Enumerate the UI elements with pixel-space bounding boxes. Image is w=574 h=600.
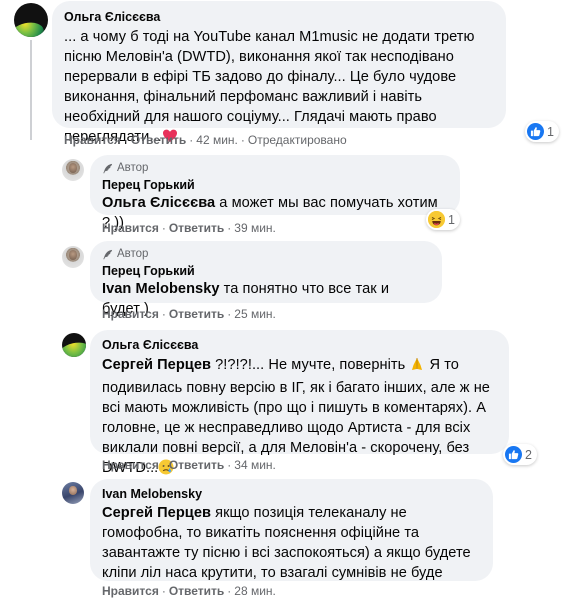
like-button[interactable]: Нравится: [64, 133, 121, 147]
comment-bubble: Автор Перец Горький Ольга Єлісєєва а мож…: [90, 155, 460, 231]
reaction-count: 2: [525, 447, 532, 462]
reply-button[interactable]: Ответить: [131, 133, 186, 147]
quill-icon: [103, 163, 113, 173]
comment-actions: Нравится · Ответить · 34 мин.: [102, 458, 276, 472]
reaction-summary[interactable]: 1: [426, 209, 460, 230]
like-button[interactable]: Нравится: [102, 307, 159, 321]
reply-button[interactable]: Ответить: [169, 221, 224, 235]
timestamp[interactable]: 28 мин.: [234, 584, 276, 598]
edited-label: Отредактировано: [247, 133, 347, 147]
author-badge: Автор: [102, 247, 430, 261]
comment-text: Сергей Перцев якщо позиція телеканалу не…: [102, 505, 471, 581]
mention-link[interactable]: Сергей Перцев: [102, 357, 211, 373]
comment-bubble: Ольга Єлісєєва ... а чому б тоді на YouT…: [52, 1, 506, 145]
like-button[interactable]: Нравится: [102, 221, 159, 235]
reply-button[interactable]: Ответить: [169, 584, 224, 598]
author-badge: Автор: [102, 161, 448, 175]
pray-emoji-icon: [409, 356, 425, 378]
comment-bubble: Автор Перец Горький Ivan Melobensky та п…: [90, 241, 442, 317]
comment-actions: Нравится · Ответить · 25 мин.: [102, 307, 276, 321]
reaction-summary[interactable]: 1: [525, 121, 559, 142]
comment-actions: Нравится · Ответить · 28 мин.: [102, 584, 276, 598]
like-button[interactable]: Нравится: [102, 458, 159, 472]
timestamp[interactable]: 39 мин.: [234, 221, 276, 235]
comment-actions: Нравится · Ответить · 39 мин.: [102, 221, 276, 235]
comment-bubble: Ivan Melobensky Сергей Перцев якщо позиц…: [90, 479, 493, 581]
reaction-count: 1: [448, 212, 455, 227]
comment-author[interactable]: Перец Горький: [102, 263, 430, 279]
comment-actions: Нравится · Ответить · 42 мин. · Отредактирован…: [64, 133, 347, 147]
like-icon: [527, 123, 544, 140]
reply-button[interactable]: Ответить: [169, 458, 224, 472]
quill-icon: [103, 249, 113, 259]
thread-line: [30, 40, 32, 140]
timestamp[interactable]: 25 мин.: [234, 307, 276, 321]
comment-author[interactable]: Ольга Єлісєєва: [64, 9, 494, 25]
timestamp[interactable]: 42 мин.: [196, 133, 238, 147]
reply-button[interactable]: Ответить: [169, 307, 224, 321]
comment-author[interactable]: Ivan Melobensky: [102, 486, 481, 502]
avatar[interactable]: [62, 333, 86, 357]
mention-link[interactable]: Ольга Єлісєєва: [102, 195, 215, 211]
reaction-count: 1: [547, 124, 554, 139]
avatar[interactable]: [62, 246, 84, 268]
timestamp[interactable]: 34 мин.: [234, 458, 276, 472]
like-icon: [505, 446, 522, 463]
comment-bubble: Ольга Єлісєєва Сергей Перцев ?!?!?!... Н…: [90, 330, 509, 476]
haha-icon: [428, 211, 445, 228]
comment-author[interactable]: Ольга Єлісєєва: [102, 337, 497, 353]
avatar[interactable]: [14, 3, 48, 37]
avatar[interactable]: [62, 159, 84, 181]
reaction-summary[interactable]: 2: [503, 444, 537, 465]
mention-link[interactable]: Ivan Melobensky: [102, 281, 220, 297]
comment-author[interactable]: Перец Горький: [102, 177, 448, 193]
avatar[interactable]: [62, 482, 84, 504]
like-button[interactable]: Нравится: [102, 584, 159, 598]
mention-link[interactable]: Сергей Перцев: [102, 505, 211, 521]
